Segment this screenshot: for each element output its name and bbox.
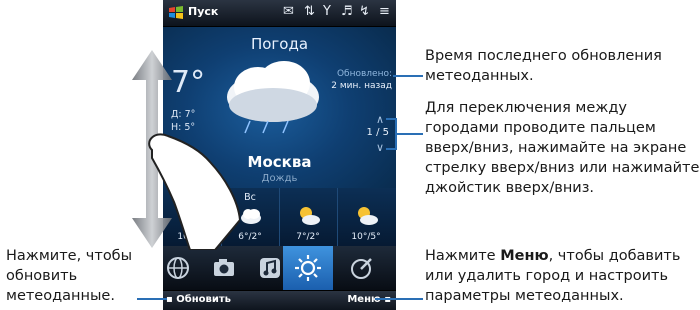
tab-camera[interactable] xyxy=(201,246,247,290)
forecast-temps: 7°/2° xyxy=(296,232,320,242)
weather-sun-icon xyxy=(295,255,321,281)
connectivity-icon[interactable]: ⇅ xyxy=(304,4,315,20)
refresh-softkey-label: Обновить xyxy=(176,294,231,305)
city-page-indicator: 1 / 5 xyxy=(366,127,389,138)
volume-icon[interactable]: ♬ xyxy=(341,4,353,20)
start-label[interactable]: Пуск xyxy=(188,5,218,18)
forecast-temps: 10°/5° xyxy=(351,232,381,242)
callout-line-update xyxy=(393,75,423,77)
swipe-gesture-illustration xyxy=(132,50,240,250)
home-tab-bar xyxy=(163,246,396,290)
forecast-day: 10°/5° xyxy=(337,188,395,246)
callout-menu-bold: Меню xyxy=(500,248,549,264)
updated-time: 2 мин. назад xyxy=(331,81,392,91)
sun-cloud-icon xyxy=(358,207,378,225)
callout-line-menu xyxy=(375,298,423,300)
sun-cloud-icon xyxy=(300,207,320,225)
settings-icon xyxy=(351,258,372,279)
chevron-up-icon[interactable]: ∧ xyxy=(376,113,384,126)
tab-weather[interactable] xyxy=(283,246,333,290)
soft-key-bar: ▪ Обновить Меню ▪ xyxy=(163,290,396,310)
tab-internet[interactable] xyxy=(163,246,201,290)
refresh-softkey[interactable]: ▪ Обновить xyxy=(166,294,231,305)
status-bar: Пуск ✉ ⇅ Y ♬ ↯ ≡ xyxy=(163,0,396,27)
internet-icon xyxy=(167,257,189,279)
message-icon[interactable]: ✉ xyxy=(283,4,294,20)
windows-start-icon[interactable] xyxy=(168,5,184,21)
battery-charging-icon[interactable]: ↯ xyxy=(359,4,370,20)
updated-label: Обновлено: xyxy=(336,69,392,79)
callout-refresh: Нажмите, чтобы обновить метеоданные. xyxy=(6,248,133,304)
tab-settings[interactable] xyxy=(339,246,385,290)
callout-update-time: Время последнего обновления метеоданных. xyxy=(425,48,662,84)
cloud-icon xyxy=(241,209,261,224)
menu-lines-icon[interactable]: ≡ xyxy=(379,4,390,20)
callout-switch-city: Для переключения между городами проводит… xyxy=(425,100,700,196)
callout-menu: Нажмите Меню, чтобы добавить или удалить… xyxy=(425,246,700,306)
callout-line-switch xyxy=(396,133,423,135)
forecast-day: 7°/2° xyxy=(279,188,338,246)
callout-menu-prefix: Нажмите xyxy=(425,248,501,264)
camera-icon xyxy=(214,259,234,276)
signal-icon[interactable]: Y xyxy=(323,4,331,20)
music-icon xyxy=(260,258,280,278)
